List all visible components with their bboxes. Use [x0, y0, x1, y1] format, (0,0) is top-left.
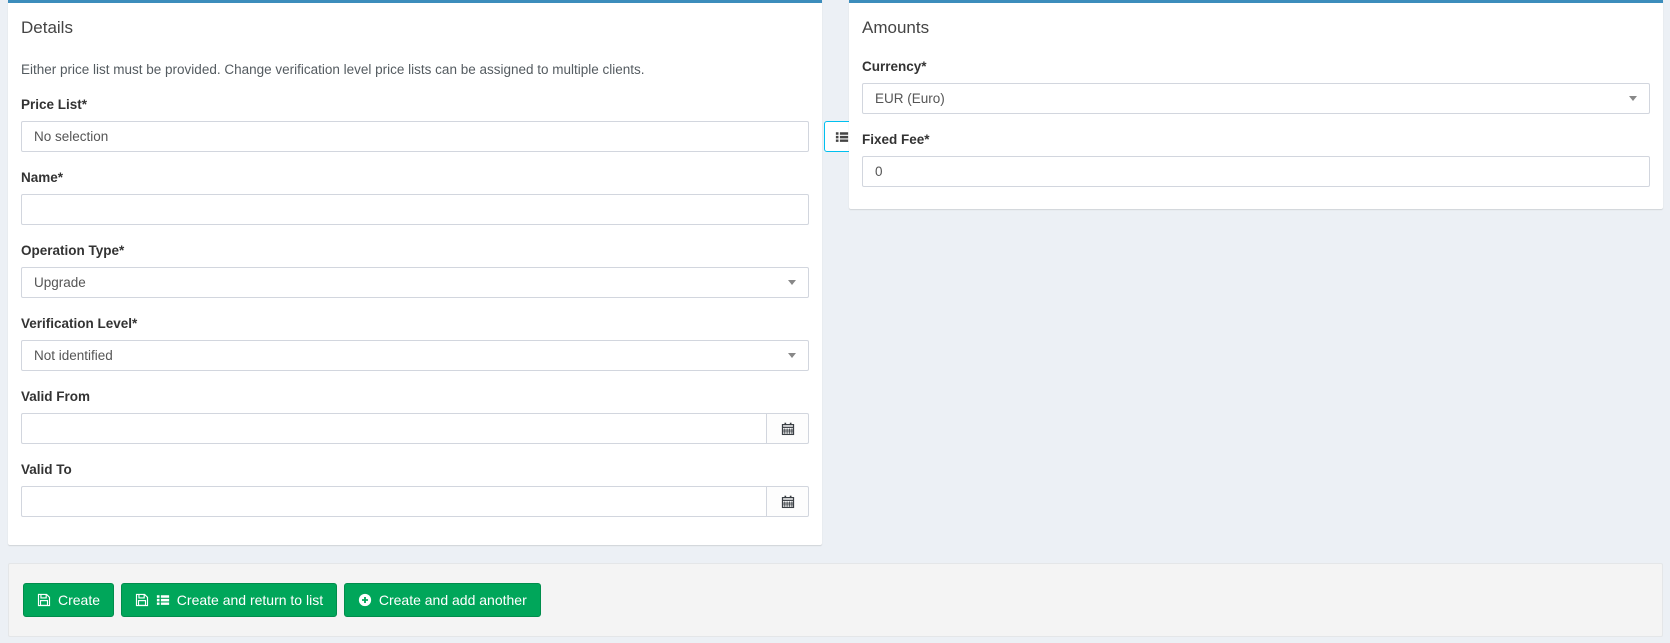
valid-to-field-group: Valid To [21, 462, 809, 517]
create-and-add-another-button[interactable]: Create and add another [344, 583, 541, 617]
valid-from-label: Valid From [21, 389, 809, 405]
valid-from-field-group: Valid From [21, 389, 809, 444]
form-columns: Details Either price list must be provid… [8, 0, 1663, 545]
currency-select[interactable]: EUR (Euro) [862, 83, 1650, 114]
valid-to-input[interactable] [21, 486, 766, 517]
verification-level-field-group: Verification Level* Not identified [21, 316, 809, 371]
details-help-text: Either price list must be provided. Chan… [21, 61, 809, 79]
page: Details Either price list must be provid… [0, 0, 1670, 637]
operation-type-field-group: Operation Type* Upgrade [21, 243, 809, 298]
operation-type-select[interactable]: Upgrade [21, 267, 809, 298]
verification-level-label: Verification Level* [21, 316, 809, 332]
create-and-return-button-label: Create and return to list [177, 592, 323, 608]
currency-label: Currency* [862, 59, 1650, 75]
price-list-input[interactable] [21, 121, 809, 152]
valid-to-row [21, 486, 809, 517]
calendar-icon [781, 495, 795, 509]
create-and-return-button[interactable]: Create and return to list [121, 583, 337, 617]
create-button-label: Create [58, 592, 100, 608]
plus-circle-icon [358, 593, 372, 607]
details-panel-title: Details [21, 18, 809, 38]
amounts-panel: Amounts Currency* EUR (Euro) Fixed Fee* [849, 0, 1663, 209]
amounts-panel-title: Amounts [862, 18, 1650, 38]
chevron-down-icon [1629, 96, 1637, 101]
fixed-fee-label: Fixed Fee* [862, 132, 1650, 148]
valid-to-label: Valid To [21, 462, 809, 478]
details-panel: Details Either price list must be provid… [8, 0, 822, 545]
verification-level-select[interactable]: Not identified [21, 340, 809, 371]
create-button[interactable]: Create [23, 583, 114, 617]
chevron-down-icon [788, 280, 796, 285]
price-list-field-group: Price List* List Add new [21, 97, 809, 152]
list-icon [835, 130, 849, 144]
verification-level-selected-value: Not identified [34, 348, 113, 363]
currency-field-group: Currency* EUR (Euro) [862, 59, 1650, 114]
name-label: Name* [21, 170, 809, 186]
name-field-group: Name* [21, 170, 809, 225]
create-and-add-another-button-label: Create and add another [379, 592, 527, 608]
price-list-label: Price List* [21, 97, 809, 113]
fixed-fee-field-group: Fixed Fee* [862, 132, 1650, 187]
valid-from-calendar-button[interactable] [766, 413, 809, 444]
currency-selected-value: EUR (Euro) [875, 91, 945, 106]
chevron-down-icon [788, 353, 796, 358]
operation-type-label: Operation Type* [21, 243, 809, 259]
calendar-icon [781, 422, 795, 436]
fixed-fee-input[interactable] [862, 156, 1650, 187]
name-input[interactable] [21, 194, 809, 225]
valid-from-input[interactable] [21, 413, 766, 444]
operation-type-selected-value: Upgrade [34, 275, 86, 290]
price-list-row: List Add new Delete [21, 121, 809, 152]
save-icon [135, 593, 149, 607]
form-actions-bar: Create Create and return to list Create … [8, 563, 1663, 637]
valid-to-calendar-button[interactable] [766, 486, 809, 517]
list-icon [156, 593, 170, 607]
save-icon [37, 593, 51, 607]
valid-from-row [21, 413, 809, 444]
